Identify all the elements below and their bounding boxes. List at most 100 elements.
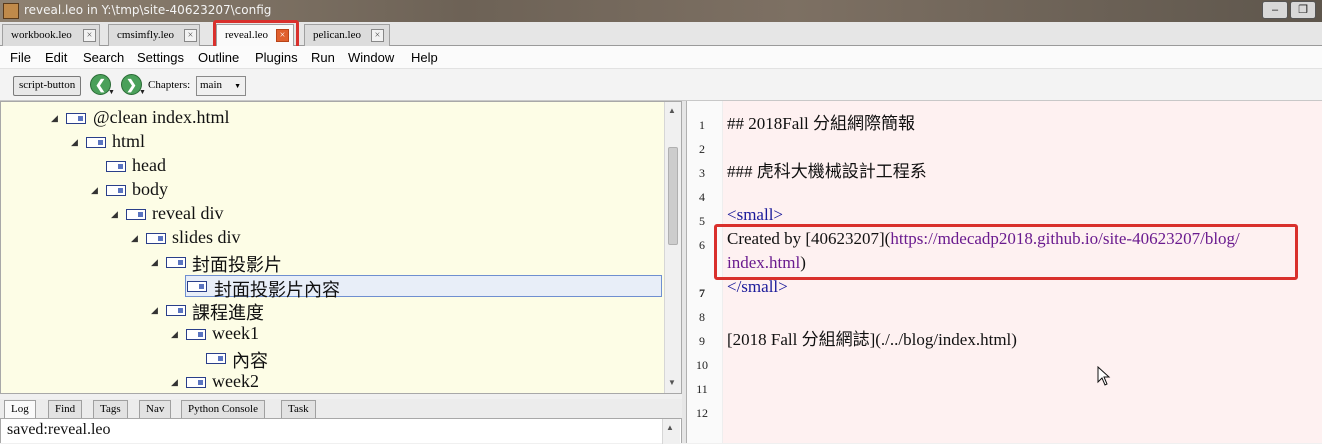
menu-outline[interactable]: Outline — [198, 50, 239, 65]
menu-plugins[interactable]: Plugins — [255, 50, 298, 65]
scroll-thumb[interactable] — [668, 147, 678, 245]
node-label: week1 — [212, 323, 259, 343]
line-number: 8 — [699, 310, 705, 324]
tab-python-console[interactable]: Python Console — [181, 400, 265, 418]
code-line-6: Created by [40623207](https://mdecadp201… — [727, 229, 1240, 249]
close-tab-icon[interactable]: × — [276, 29, 289, 42]
tab-label: workbook.leo — [11, 29, 72, 41]
tab-reveal[interactable]: reveal.leo × — [216, 24, 294, 47]
script-button[interactable]: script-button — [13, 76, 82, 96]
menu-run[interactable]: Run — [311, 50, 335, 65]
line-number: 11 — [696, 382, 708, 396]
node-label: week2 — [212, 371, 259, 391]
toolbar: script-button ❮ ▼ ❯ ▼ Chapters: main ▼ — [0, 69, 1322, 101]
tab-label: pelican.leo — [313, 29, 361, 41]
node-label: body — [132, 179, 168, 199]
outline-node-selected[interactable]: 封面投影片內容 — [1, 275, 663, 300]
code-link[interactable]: https://mdecadp2018.github.io/site-40623… — [890, 229, 1239, 248]
node-icon — [186, 329, 206, 340]
expanded-triangle-icon[interactable]: ◢ — [151, 257, 158, 268]
code-line-1: ## 2018Fall 分組網際簡報 — [727, 114, 915, 133]
node-icon — [206, 353, 226, 364]
tab-cmsimfly[interactable]: cmsimfly.leo × — [108, 24, 200, 46]
expanded-triangle-icon[interactable]: ◢ — [171, 329, 178, 340]
code-text: ) — [800, 253, 806, 272]
minimize-button[interactable]: ‒ — [1262, 1, 1288, 19]
log-tab-bar: Log Find Tags Nav Python Console Task — [0, 399, 682, 418]
node-icon — [86, 137, 106, 148]
menu-bar: File Edit Search Settings Outline Plugin… — [0, 46, 1322, 69]
tab-tags[interactable]: Tags — [93, 400, 128, 418]
line-number: 9 — [699, 334, 705, 348]
expanded-triangle-icon[interactable]: ◢ — [151, 305, 158, 316]
expanded-triangle-icon[interactable]: ◢ — [131, 233, 138, 244]
chapters-select[interactable]: main ▼ — [196, 76, 246, 96]
log-message: saved:reveal.leo — [7, 421, 111, 438]
node-icon — [126, 209, 146, 220]
line-number-gutter: 1 2 3 4 5 6 7 8 9 10 11 12 — [687, 101, 723, 443]
leo-app-icon — [3, 3, 19, 19]
scroll-up-icon[interactable]: ▲ — [668, 106, 676, 115]
node-icon — [106, 161, 126, 172]
expanded-triangle-icon[interactable]: ◢ — [171, 377, 178, 388]
code-line-9: [2018 Fall 分組網誌](./../blog/index.html) — [727, 330, 1017, 349]
tab-pelican[interactable]: pelican.leo × — [304, 24, 390, 46]
line-number: 3 — [699, 166, 705, 180]
code-link-cont[interactable]: index.html — [727, 253, 800, 272]
expanded-triangle-icon[interactable]: ◢ — [91, 185, 98, 196]
restore-button[interactable]: ❐ — [1290, 1, 1316, 19]
menu-file[interactable]: File — [10, 50, 31, 65]
line-number: 1 — [699, 118, 705, 132]
line-number: 4 — [699, 190, 705, 204]
log-scrollbar[interactable]: ▲ — [662, 419, 680, 444]
menu-edit[interactable]: Edit — [45, 50, 67, 65]
tab-nav[interactable]: Nav — [139, 400, 172, 418]
node-label: reveal div — [152, 203, 224, 223]
outline-scrollbar[interactable]: ▲ ▼ — [664, 102, 681, 393]
menu-help[interactable]: Help — [411, 50, 438, 65]
node-icon — [66, 113, 86, 124]
node-label: html — [112, 131, 146, 151]
node-label: @clean index.html — [93, 107, 230, 127]
tab-task[interactable]: Task — [281, 400, 316, 418]
node-icon — [186, 377, 206, 388]
scroll-down-icon[interactable]: ▼ — [668, 378, 676, 387]
node-icon — [187, 281, 207, 292]
title-bar: reveal.leo in Y:\tmp\site-40623207\confi… — [0, 0, 1322, 22]
body-editor[interactable]: 1 2 3 4 5 6 7 8 9 10 11 12 ## 2018Fall 分… — [686, 101, 1322, 443]
expanded-triangle-icon[interactable]: ◢ — [111, 209, 118, 220]
back-dropdown-icon[interactable]: ▼ — [108, 89, 115, 96]
code-line-7: </small> — [727, 277, 788, 296]
expanded-triangle-icon[interactable]: ◢ — [71, 137, 78, 148]
code-line-6-wrap: index.html) — [727, 253, 806, 273]
node-icon — [106, 185, 126, 196]
forward-dropdown-icon[interactable]: ▼ — [139, 89, 146, 96]
code-line-3: ### 虎科大機械設計工程系 — [727, 162, 927, 181]
node-label: 課程進度 — [192, 303, 264, 323]
chevron-down-icon: ▼ — [234, 82, 241, 90]
menu-search[interactable]: Search — [83, 50, 124, 65]
tab-label: reveal.leo — [225, 29, 269, 41]
chapters-label: Chapters: — [148, 79, 191, 91]
tab-log[interactable]: Log — [4, 400, 36, 418]
menu-settings[interactable]: Settings — [137, 50, 184, 65]
window-title: reveal.leo in Y:\tmp\site-40623207\confi… — [24, 3, 272, 17]
mouse-cursor-icon — [1097, 366, 1111, 386]
chapters-select-value: main — [200, 79, 222, 91]
log-panel[interactable]: saved:reveal.leo ▲ — [0, 418, 682, 444]
line-number: 12 — [696, 406, 708, 420]
line-number: 6 — [699, 238, 705, 252]
close-tab-icon[interactable]: × — [371, 29, 384, 42]
node-icon — [166, 257, 186, 268]
scroll-up-icon[interactable]: ▲ — [666, 423, 674, 432]
code-text: Created by [40623207]( — [727, 229, 891, 248]
outline-pane[interactable]: ◢ @clean index.html ◢ html head ◢ body ◢… — [0, 101, 682, 394]
node-label: head — [132, 155, 166, 175]
expanded-triangle-icon[interactable]: ◢ — [51, 113, 58, 124]
tab-find[interactable]: Find — [48, 400, 83, 418]
node-label: slides div — [172, 227, 241, 247]
close-tab-icon[interactable]: × — [184, 29, 197, 42]
tab-workbook[interactable]: workbook.leo × — [2, 24, 100, 46]
menu-window[interactable]: Window — [348, 50, 394, 65]
close-tab-icon[interactable]: × — [83, 29, 96, 42]
